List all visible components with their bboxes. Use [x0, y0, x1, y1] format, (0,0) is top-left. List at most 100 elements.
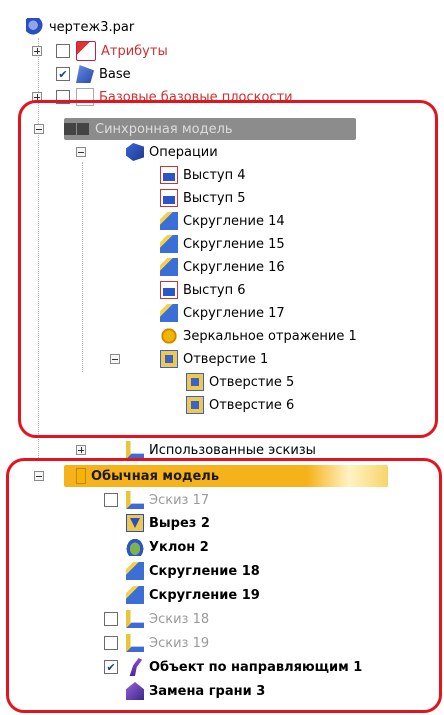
tree-item-ordered[interactable]: Вырез 2 — [126, 512, 210, 534]
round-icon — [160, 235, 178, 253]
tree-item-label: Эскиз 18 — [149, 611, 210, 627]
round-icon — [126, 586, 144, 604]
tree-item-operation[interactable]: Скругление 15 — [160, 233, 285, 255]
tree-item-operation[interactable]: Скругление 14 — [160, 210, 285, 232]
tree-item-operation[interactable]: Выступ 5 — [160, 187, 246, 209]
tree-item-ordered[interactable]: Эскиз 19 — [104, 632, 209, 654]
part-icon — [26, 18, 44, 36]
tree-item-label: Скругление 18 — [149, 563, 260, 579]
tree-item-sync-model[interactable]: Синхронная модель — [34, 118, 233, 140]
sketch-icon — [126, 610, 144, 628]
tree-item-label: Объект по направляющим 1 — [149, 659, 363, 675]
tree-item-ordered[interactable]: Скругление 19 — [126, 584, 260, 606]
tree-item-label: Эскиз 19 — [149, 635, 210, 651]
extrude-icon — [160, 166, 178, 184]
tree-item-label: Выступ 5 — [183, 190, 246, 206]
tree-item-label: Эскиз 17 — [149, 492, 210, 508]
tree-item-label: Синхронная модель — [95, 121, 233, 137]
mirror-icon — [160, 327, 178, 345]
round-icon — [160, 304, 178, 322]
tree-item-operation[interactable]: Скругление 16 — [160, 256, 285, 278]
tree-item-label: Атрибуты — [101, 43, 168, 59]
sketch-icon — [126, 634, 144, 652]
tree-item-operation[interactable]: Зеркальное отражение 1 — [160, 325, 357, 347]
base-icon — [76, 65, 94, 83]
visibility-checkbox[interactable] — [104, 493, 118, 507]
tree-item-label: Скругление 16 — [183, 259, 285, 275]
visibility-checkbox[interactable] — [104, 612, 118, 626]
reference-planes-icon — [76, 88, 94, 106]
visibility-checkbox[interactable]: ✔ — [56, 67, 70, 81]
tree-item-attributes[interactable]: Атрибуты — [32, 40, 168, 62]
tree-item-label: Base — [99, 66, 131, 82]
tree-item-ordered-model[interactable]: Обычная модель — [34, 465, 219, 487]
replace-face-icon — [126, 682, 144, 700]
collapse-toggle[interactable] — [34, 124, 44, 134]
tree-item-operation[interactable]: Скругление 17 — [160, 302, 285, 324]
ordered-model-icon — [76, 468, 86, 484]
tree-item-label: Отверстие 5 — [209, 374, 295, 390]
tree-item-label: Скругление 19 — [149, 587, 260, 603]
tree-item-hole[interactable]: Отверстие 6 — [186, 394, 294, 416]
tree-item-label: Выступ 6 — [183, 282, 246, 298]
tree-item-operations[interactable]: Операции — [76, 141, 218, 163]
collapse-toggle[interactable] — [110, 354, 120, 364]
tree-item-label: Скругление 15 — [183, 236, 285, 252]
expand-toggle[interactable] — [32, 92, 42, 102]
round-icon — [126, 562, 144, 580]
tree-item-label: Замена грани 3 — [149, 683, 266, 699]
tree-item-used-sketches[interactable]: Использованные эскизы — [76, 439, 316, 461]
visibility-checkbox[interactable]: ✔ — [104, 660, 118, 674]
extrude-icon — [160, 281, 178, 299]
sketch-icon — [126, 441, 144, 459]
tree-item-ordered[interactable]: Замена грани 3 — [126, 680, 265, 702]
tree-item-label: Операции — [149, 144, 218, 160]
tree-item-label: Зеркальное отражение 1 — [183, 328, 357, 344]
tree-item-ordered[interactable]: Уклон 2 — [126, 536, 209, 558]
tree-item-label: Обычная модель — [91, 468, 220, 484]
tree-connector-line — [82, 162, 83, 372]
tree-item-label: Базовые базовые плоскости — [99, 89, 293, 105]
collapse-toggle[interactable] — [76, 147, 86, 157]
sync-model-icon — [64, 120, 90, 138]
tree-item-ordered[interactable]: Скругление 18 — [126, 560, 260, 582]
tree-item-label: Вырез 2 — [149, 515, 210, 531]
visibility-checkbox[interactable] — [56, 44, 70, 58]
attributes-icon — [76, 41, 96, 61]
sweep-icon — [129, 658, 143, 676]
sketch-icon — [126, 491, 144, 509]
tree-item-base[interactable]: ✔ Base — [56, 63, 131, 85]
tree-item-label: Уклон 2 — [149, 539, 209, 555]
tree-item-label: Скругление 17 — [183, 305, 285, 321]
tree-root-label: чертеж3.par — [49, 19, 135, 35]
tree-item-hole-group[interactable]: Отверстие 1 — [110, 348, 268, 370]
hole-icon — [186, 396, 204, 414]
tree-item-base-references[interactable]: Базовые базовые плоскости — [32, 86, 293, 108]
tree-item-ordered[interactable]: Эскиз 18 — [104, 608, 209, 630]
cut-icon — [126, 514, 144, 532]
collapse-toggle[interactable] — [34, 471, 44, 481]
visibility-checkbox[interactable] — [104, 636, 118, 650]
feature-tree-panel: чертеж3.par Атрибуты ✔ Base Базовые базо… — [0, 0, 444, 715]
hole-icon — [160, 350, 178, 368]
tree-item-label: Отверстие 1 — [183, 351, 269, 367]
extrude-icon — [160, 189, 178, 207]
visibility-checkbox[interactable] — [56, 90, 70, 104]
tree-item-ordered[interactable]: ✔ Объект по направляющим 1 — [104, 656, 362, 678]
tree-item-label: Отверстие 6 — [209, 397, 295, 413]
draft-icon — [126, 538, 144, 556]
expand-toggle[interactable] — [76, 445, 86, 455]
tree-root[interactable]: чертеж3.par — [26, 16, 134, 38]
expand-toggle[interactable] — [32, 46, 42, 56]
tree-item-hole[interactable]: Отверстие 5 — [186, 371, 294, 393]
tree-item-label: Скругление 14 — [183, 213, 285, 229]
round-icon — [160, 258, 178, 276]
hole-icon — [186, 373, 204, 391]
tree-item-ordered[interactable]: Эскиз 17 — [104, 489, 209, 511]
round-icon — [160, 212, 178, 230]
tree-item-operation[interactable]: Выступ 4 — [160, 164, 246, 186]
operations-icon — [126, 143, 144, 161]
tree-item-label: Выступ 4 — [183, 167, 246, 183]
tree-item-label: Использованные эскизы — [149, 442, 316, 458]
tree-item-operation[interactable]: Выступ 6 — [160, 279, 246, 301]
